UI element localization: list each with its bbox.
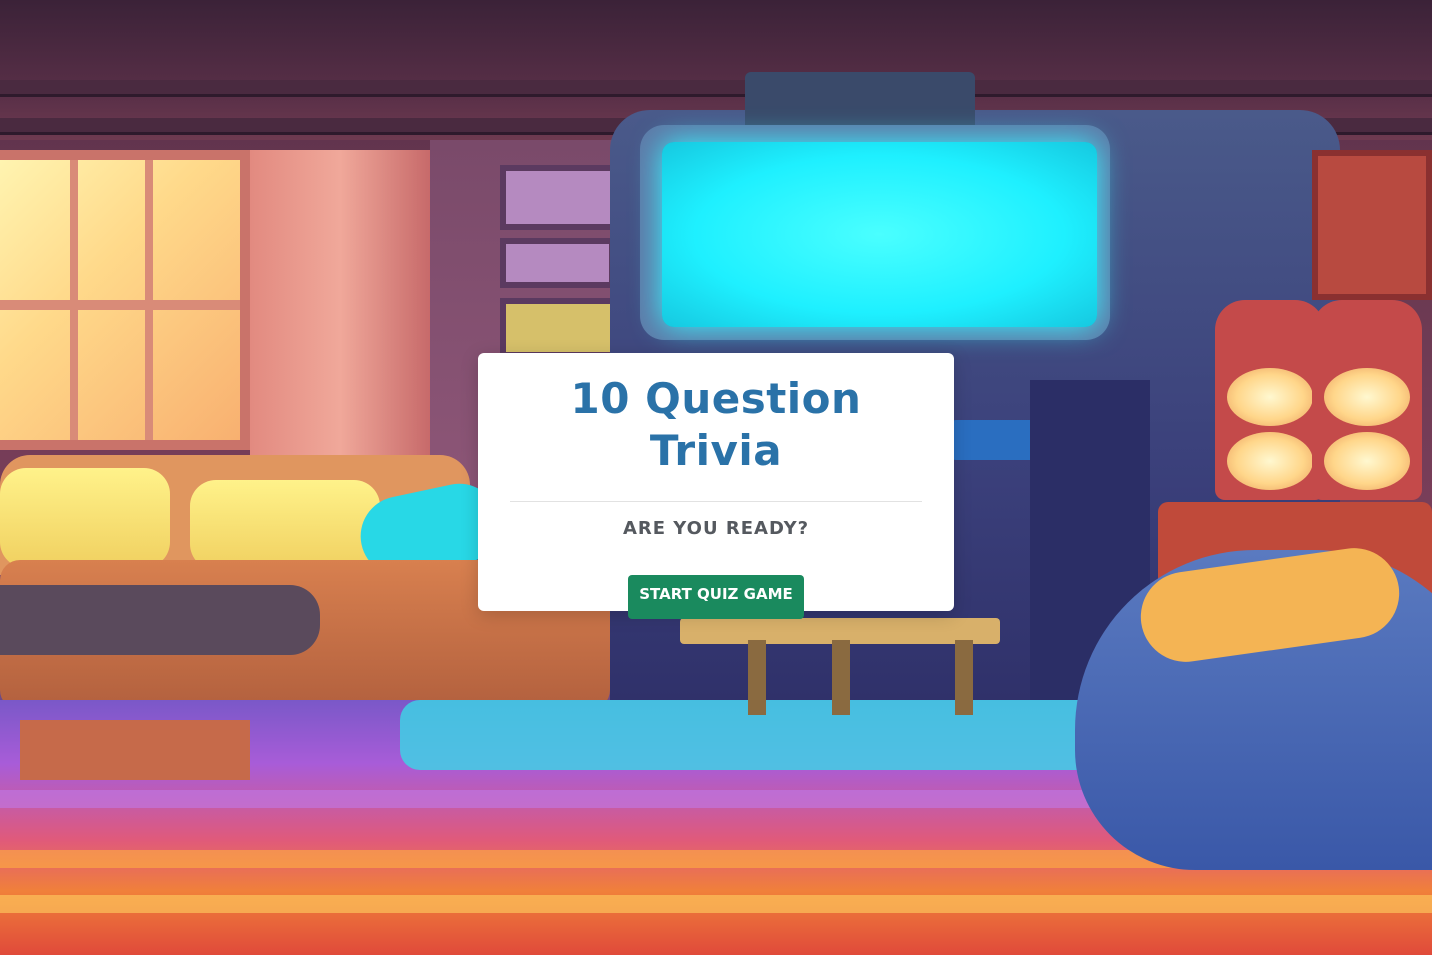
wall-picture-frame	[500, 298, 620, 358]
wall-shelf	[1312, 150, 1432, 300]
coffee-table-base	[20, 720, 250, 780]
sofa-cushion	[0, 468, 170, 568]
wall-picture-frame	[500, 238, 615, 288]
game-title: 10 Question Trivia	[570, 374, 862, 475]
coffee-table	[0, 585, 320, 655]
table-leg	[748, 640, 766, 715]
rug-stripe	[0, 895, 1432, 913]
wall-picture-frame	[500, 165, 625, 230]
start-modal: 10 Question Trivia ARE YOU READY? START …	[478, 353, 954, 619]
ceiling-beam	[0, 80, 1432, 94]
speaker-light	[1227, 368, 1313, 426]
table-leg	[955, 640, 973, 715]
table-leg	[832, 640, 850, 715]
start-quiz-button[interactable]: START QUIZ GAME	[628, 575, 804, 619]
speaker-light	[1324, 432, 1410, 490]
sofa-cushion	[190, 480, 380, 570]
speaker-light	[1324, 368, 1410, 426]
window	[0, 150, 250, 450]
arcade-screen	[662, 142, 1097, 327]
window-recess	[250, 150, 430, 460]
title-divider	[510, 501, 922, 502]
speaker	[1215, 300, 1325, 500]
speaker	[1312, 300, 1422, 500]
ready-prompt: ARE YOU READY?	[622, 518, 810, 539]
speaker-light	[1227, 432, 1313, 490]
game-room-background: 10 Question Trivia ARE YOU READY? START …	[0, 0, 1432, 955]
